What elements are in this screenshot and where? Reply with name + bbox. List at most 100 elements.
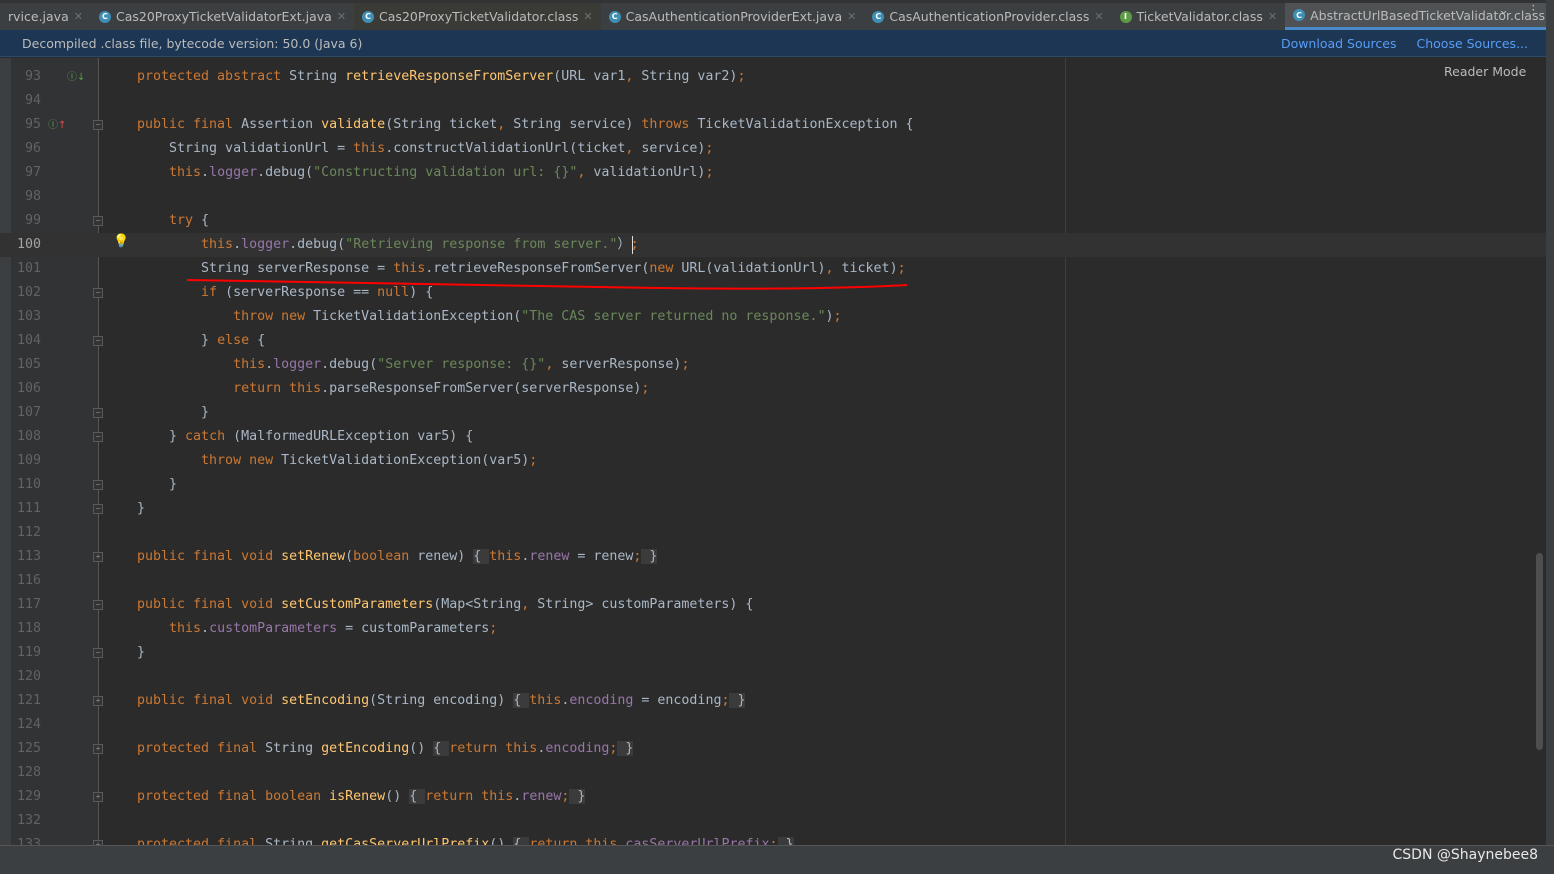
code-token: .: [201, 621, 210, 636]
code-line[interactable]: 106 return this.parseResponseFromServer(…: [0, 377, 1546, 401]
close-icon[interactable]: ✕: [847, 10, 856, 23]
implements-icon[interactable]: Ⓘ↑: [48, 116, 66, 131]
code-line[interactable]: 104 − } else {: [0, 329, 1546, 353]
line-number: 99: [24, 213, 41, 228]
code-line[interactable]: 120: [0, 665, 1546, 689]
close-icon[interactable]: ✕: [583, 10, 592, 23]
fold-icon[interactable]: −: [93, 504, 103, 514]
fold-icon[interactable]: −: [93, 120, 103, 130]
code-line[interactable]: 97 this.logger.debug("Constructing valid…: [0, 161, 1546, 185]
vertical-scrollbar[interactable]: [1536, 553, 1543, 750]
code-token: ;: [737, 69, 746, 84]
tab-label: rvice.java: [8, 9, 69, 24]
line-number: 124: [16, 717, 41, 732]
fold-icon[interactable]: −: [93, 216, 103, 226]
code-line[interactable]: 99 − try {: [0, 209, 1546, 233]
code-line[interactable]: 112: [0, 521, 1546, 545]
code-line[interactable]: 128: [0, 761, 1546, 785]
tab-1[interactable]: C Cas20ProxyTicketValidatorExt.java ✕: [91, 3, 354, 30]
code-line[interactable]: 117 − public final void setCustomParameter…: [0, 593, 1546, 617]
fold-icon[interactable]: −: [93, 600, 103, 610]
close-icon[interactable]: ✕: [337, 10, 346, 23]
code-token: {: [201, 213, 210, 228]
fold-icon[interactable]: −: [93, 336, 103, 346]
decompiled-banner: Decompiled .class file, bytecode version…: [0, 30, 1546, 57]
close-icon[interactable]: ✕: [1094, 10, 1103, 23]
code-line[interactable]: 124: [0, 713, 1546, 737]
code-line[interactable]: 103 throw new TicketValidationException(…: [0, 305, 1546, 329]
code-token: customParameters: [209, 621, 338, 636]
code-token: String> customParameters) {: [537, 597, 754, 612]
reader-mode-button[interactable]: Reader Mode: [1444, 64, 1526, 79]
code-token: if: [137, 285, 226, 300]
implemented-icon[interactable]: Ⓘ↓: [67, 68, 85, 83]
more-options-icon[interactable]: ⋮: [1527, 3, 1540, 18]
tab-0[interactable]: rvice.java ✕: [0, 3, 91, 30]
fold-icon[interactable]: +: [93, 792, 103, 802]
line-number: 129: [16, 789, 41, 804]
code-line[interactable]: 102 − if (serverResponse == null) {: [0, 281, 1546, 305]
code-line[interactable]: 96 String validationUrl = this.construct…: [0, 137, 1546, 161]
code-line[interactable]: 121 + public final void setEncoding(String…: [0, 689, 1546, 713]
code-text: public final void setEncoding(String enc…: [137, 689, 746, 713]
code-line[interactable]: 125 + protected final String getEncoding()…: [0, 737, 1546, 761]
code-line[interactable]: 107 − }: [0, 401, 1546, 425]
code-token: ,: [521, 597, 538, 612]
line-number: 121: [16, 693, 41, 708]
lightbulb-icon[interactable]: 💡: [113, 234, 129, 249]
code-line[interactable]: 95 − public final Assertion validate(Strin…: [0, 113, 1546, 137]
line-number: 113: [16, 549, 41, 564]
code-token: {: [409, 789, 426, 804]
code-line[interactable]: 116: [0, 569, 1546, 593]
code-token: String serverResponse =: [137, 261, 394, 276]
tab-3[interactable]: C CasAuthenticationProviderExt.java ✕: [601, 3, 865, 30]
fold-icon[interactable]: −: [93, 648, 103, 658]
right-tool-strip: [1546, 0, 1554, 845]
code-line[interactable]: 101 String serverResponse = this.retriev…: [0, 257, 1546, 281]
code-line[interactable]: 132: [0, 809, 1546, 833]
fold-icon[interactable]: +: [93, 696, 103, 706]
tab-5[interactable]: I TicketValidator.class ✕: [1112, 3, 1286, 30]
code-token: this: [137, 357, 266, 372]
watermark: CSDN @Shaynebee8: [1392, 847, 1539, 863]
code-line[interactable]: 100 this.logger.debug("Retrieving respon…: [0, 233, 1546, 257]
code-line[interactable]: 93 protected abstract String retrieveResp…: [0, 65, 1546, 89]
code-text: this.logger.debug("Constructing validati…: [137, 161, 713, 185]
code-line[interactable]: 111 −}: [0, 497, 1546, 521]
fold-icon[interactable]: +: [93, 744, 103, 754]
close-icon[interactable]: ✕: [1268, 10, 1277, 23]
code-token: (Map<String: [433, 597, 522, 612]
code-line[interactable]: 94: [0, 89, 1546, 113]
tab-2[interactable]: C Cas20ProxyTicketValidator.class ✕: [354, 3, 601, 30]
line-number: 106: [16, 381, 41, 396]
fold-icon[interactable]: +: [93, 552, 103, 562]
choose-sources-link[interactable]: Choose Sources...: [1417, 36, 1529, 51]
tab-4[interactable]: C CasAuthenticationProvider.class ✕: [864, 3, 1111, 30]
code-line[interactable]: 118 this.customParameters = customParame…: [0, 617, 1546, 641]
fold-icon[interactable]: −: [93, 432, 103, 442]
close-icon[interactable]: ✕: [74, 10, 83, 23]
fold-icon[interactable]: −: [93, 408, 103, 418]
code-line[interactable]: 105 this.logger.debug("Server response: …: [0, 353, 1546, 377]
code-line[interactable]: 108 − } catch (MalformedURLException var5…: [0, 425, 1546, 449]
line-number: 105: [16, 357, 41, 372]
code-token: .constructValidationUrl(ticket: [385, 141, 626, 156]
code-token: (String ticket: [385, 117, 498, 132]
code-token: serverResponse): [561, 357, 682, 372]
chevron-down-icon[interactable]: ⌄: [1498, 3, 1509, 18]
fold-icon[interactable]: −: [93, 480, 103, 490]
code-token: ;: [681, 357, 690, 372]
code-token: renew: [521, 789, 562, 804]
code-token: catch: [185, 429, 234, 444]
download-sources-link[interactable]: Download Sources: [1281, 36, 1397, 51]
code-token: = encoding: [633, 693, 722, 708]
code-line[interactable]: 98: [0, 185, 1546, 209]
code-token: setEncoding: [281, 693, 370, 708]
fold-icon[interactable]: −: [93, 288, 103, 298]
code-line[interactable]: 119 −}: [0, 641, 1546, 665]
code-text: }: [137, 473, 177, 497]
code-line[interactable]: 109 throw new TicketValidationException(…: [0, 449, 1546, 473]
code-line[interactable]: 113 + public final void setRenew(boolean r…: [0, 545, 1546, 569]
code-line[interactable]: 110 − }: [0, 473, 1546, 497]
code-line[interactable]: 129 + protected final boolean isRenew() { …: [0, 785, 1546, 809]
